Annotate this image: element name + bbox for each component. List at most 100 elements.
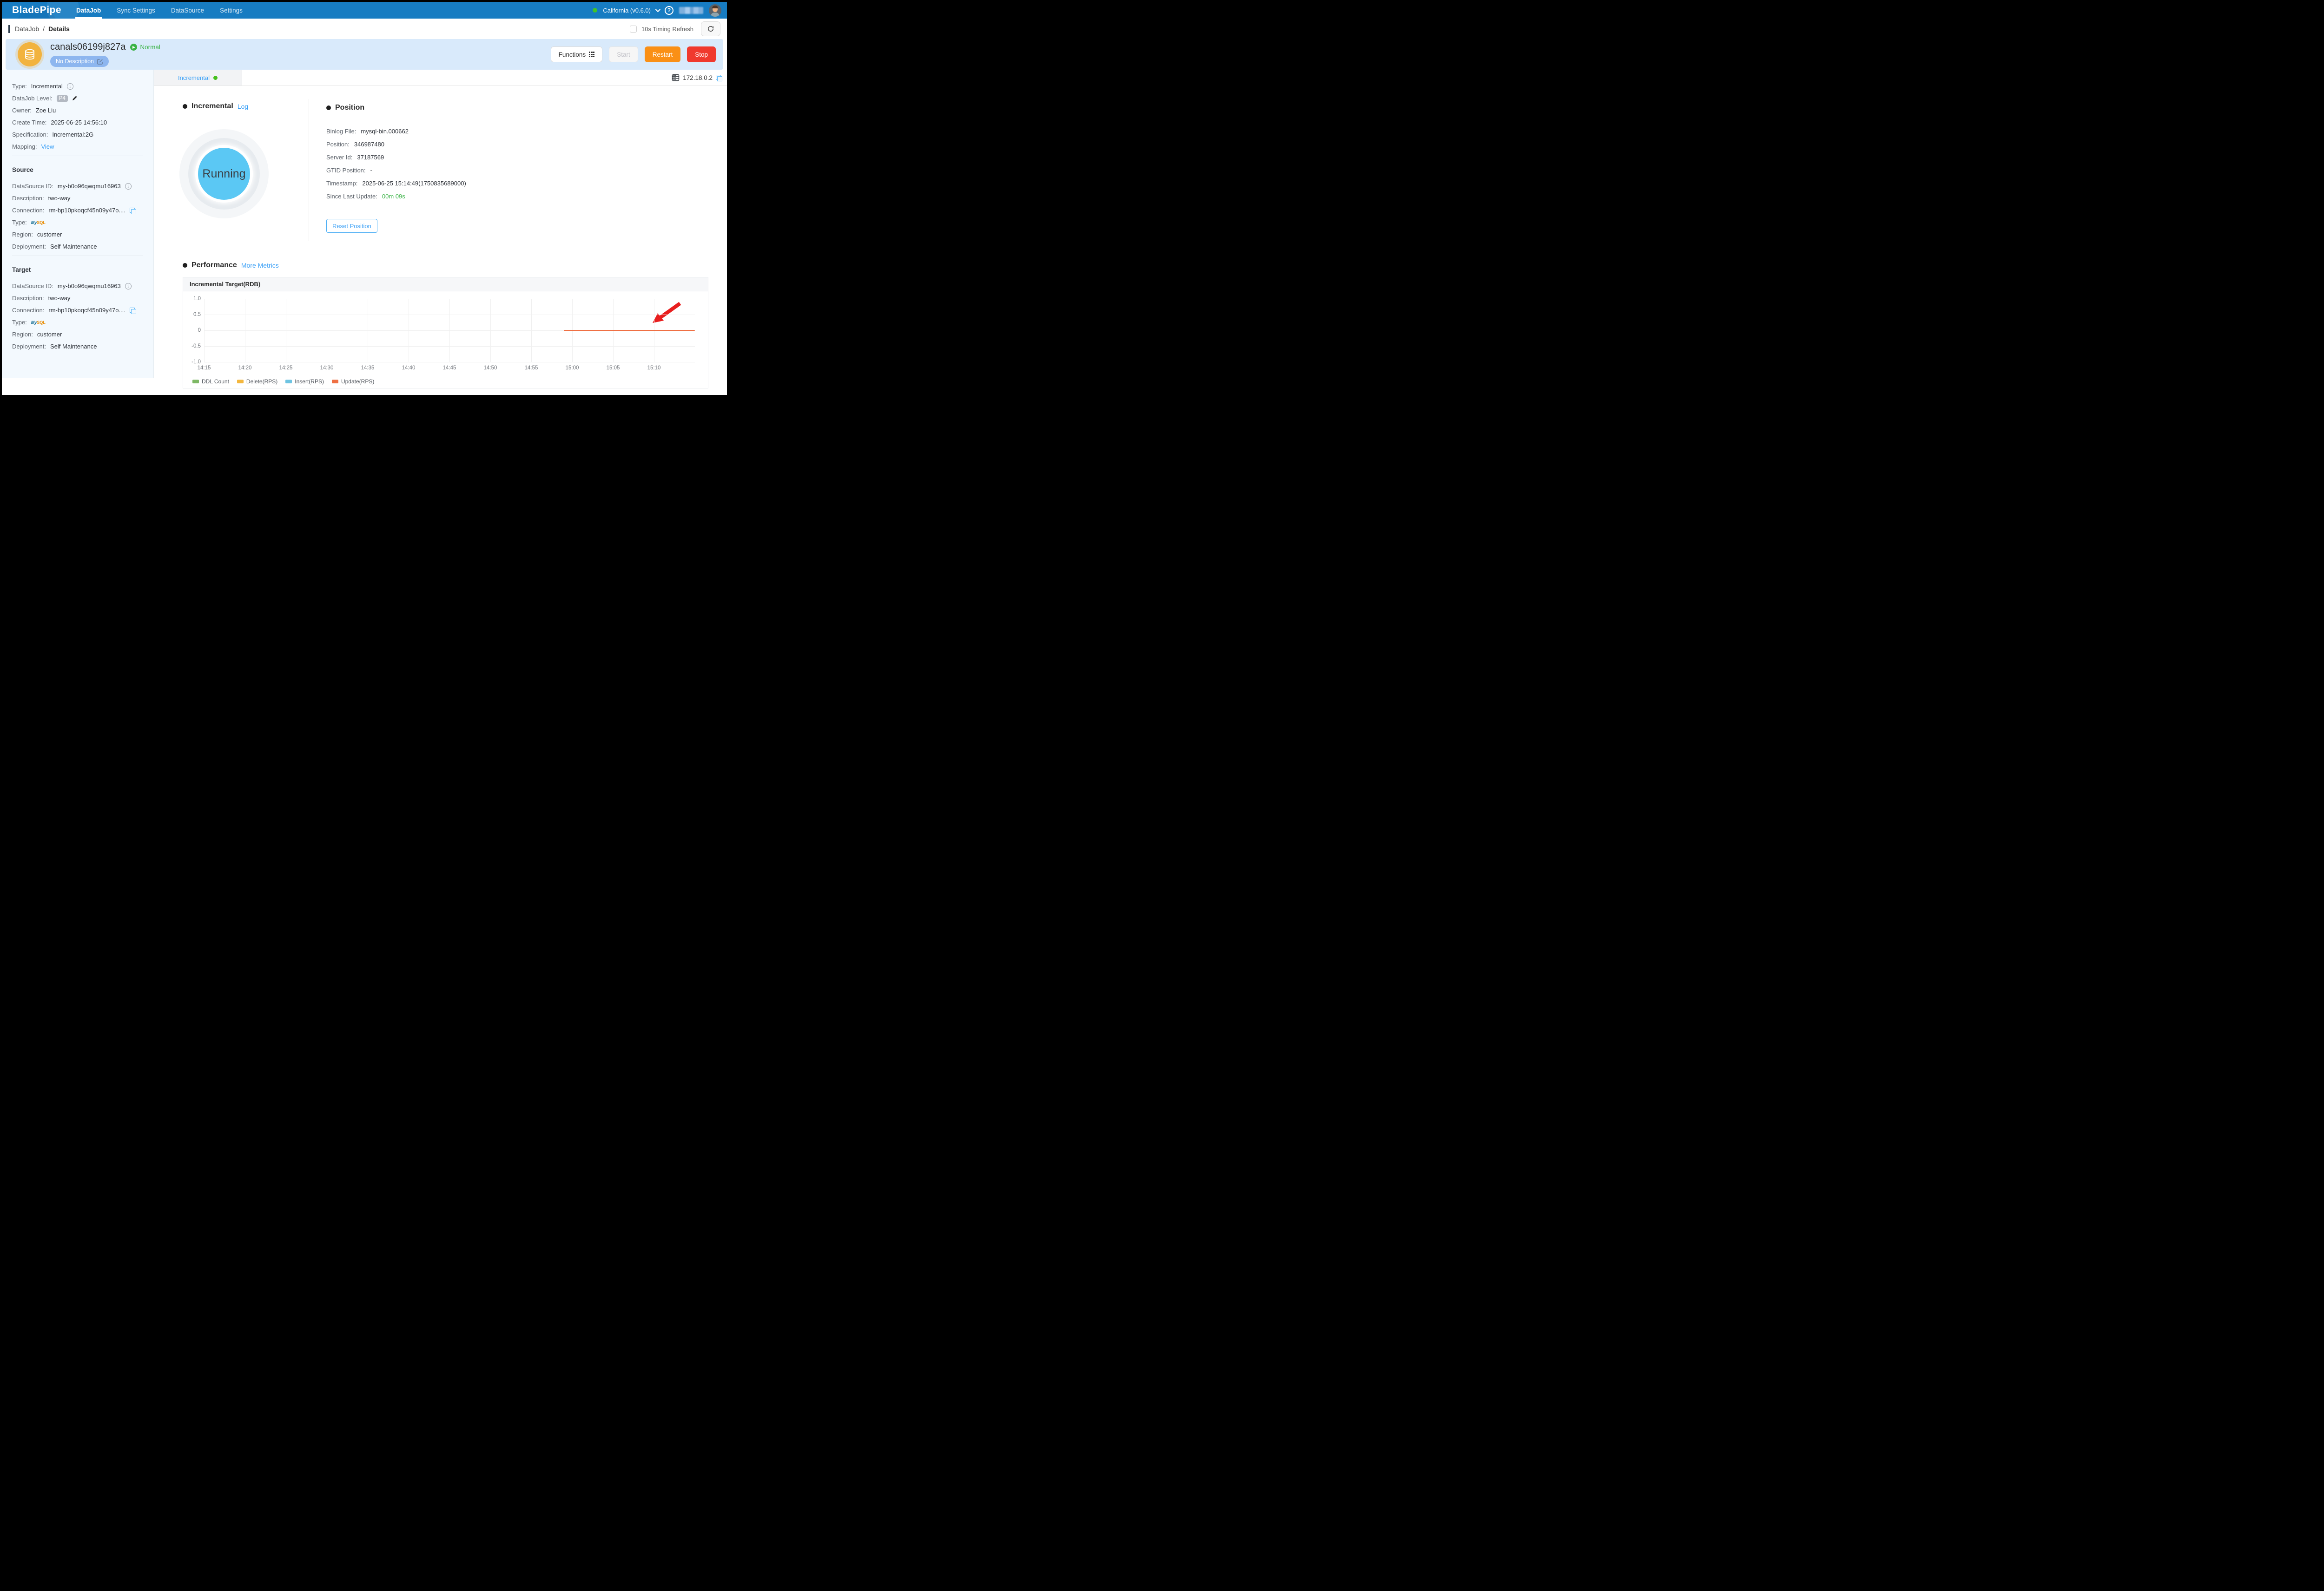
refresh-controls: 10s Timing Refresh: [630, 21, 720, 36]
target-deployment: Deployment: Self Maintenance: [12, 343, 148, 350]
x-axis-tick-label: 15:00: [566, 365, 579, 371]
refresh-button[interactable]: [701, 21, 720, 36]
performance-chart-card: Incremental Target(RDB) 1.00.50-0.5-1.01…: [183, 277, 708, 388]
chart-plot-area[interactable]: 1.00.50-0.5-1.014:1514:2014:2514:3014:35…: [204, 299, 695, 362]
nav-tab-datajob[interactable]: DataJob: [76, 2, 101, 19]
info-icon[interactable]: i: [125, 283, 132, 289]
job-status-badge: Normal: [130, 44, 160, 51]
legend-swatch: [285, 380, 292, 383]
job-header-band: canals06199j827a Normal No Description F…: [6, 39, 723, 70]
info-icon[interactable]: i: [125, 183, 132, 190]
series-line-Update(RPS): [564, 330, 695, 331]
pencil-icon[interactable]: [72, 96, 77, 101]
legend-item[interactable]: Update(RPS): [332, 378, 374, 385]
legend-item[interactable]: Insert(RPS): [285, 378, 324, 385]
restart-button[interactable]: Restart: [645, 46, 681, 62]
legend-label: Insert(RPS): [295, 378, 324, 385]
brand-logo[interactable]: BladePipe: [12, 5, 73, 16]
nav-tabs: DataJob Sync Settings DataSource Setting…: [76, 2, 243, 19]
y-axis-tick-label: 1.0: [193, 296, 201, 302]
source-section-title: Source: [12, 166, 148, 173]
breadcrumb-row: DataJob / Details 10s Timing Refresh: [2, 19, 727, 39]
source-datasource-id: DataSource ID: my-b0o96qwqmu16963 i: [12, 183, 148, 190]
y-axis-tick-label: 0: [198, 328, 201, 333]
nav-tab-settings[interactable]: Settings: [220, 2, 243, 19]
reset-position-button[interactable]: Reset Position: [326, 219, 377, 233]
source-type: Type: MySQL: [12, 219, 148, 226]
tab-strip: Incremental 172.18.0.2: [154, 70, 727, 86]
legend-label: Delete(RPS): [246, 378, 277, 385]
section-bullet: [183, 104, 187, 109]
incremental-title: Incremental: [191, 102, 233, 111]
details-sidebar: Type: Incremental i DataJob Level: P4 Ow…: [2, 70, 154, 378]
timing-refresh-label: 10s Timing Refresh: [641, 26, 693, 33]
section-bullet: [183, 263, 187, 268]
mysql-logo: MySQL: [31, 220, 46, 225]
x-axis-tick-label: 14:20: [238, 365, 252, 371]
tab-incremental[interactable]: Incremental: [154, 70, 242, 85]
detail-row-mapping: Mapping: View: [12, 143, 148, 150]
target-description: Description: two-way: [12, 295, 148, 302]
description-pill[interactable]: No Description: [50, 56, 109, 67]
help-icon[interactable]: ?: [665, 6, 673, 15]
description-text: No Description: [56, 58, 94, 65]
gridline: [449, 299, 450, 362]
legend-item[interactable]: DDL Count: [192, 378, 229, 385]
position-row-timestamp: Timestamp:2025-06-25 15:14:49(1750835689…: [326, 180, 466, 187]
functions-button[interactable]: Functions: [551, 46, 603, 62]
nav-tab-datasource[interactable]: DataSource: [171, 2, 204, 19]
gridline: [204, 299, 205, 362]
legend-swatch: [332, 380, 338, 383]
position-title: Position: [335, 104, 364, 112]
more-metrics-link[interactable]: More Metrics: [241, 262, 279, 269]
timing-refresh-checkbox[interactable]: [630, 26, 637, 33]
environment-status-dot: [593, 8, 597, 13]
detail-row-specification: Specification: Incremental:2G: [12, 131, 148, 138]
legend-label: DDL Count: [202, 378, 229, 385]
position-row-position: Position:346987480: [326, 141, 466, 148]
copy-icon[interactable]: [716, 75, 721, 80]
info-icon[interactable]: i: [67, 83, 73, 90]
grid-icon: [589, 52, 594, 57]
legend-swatch: [192, 380, 199, 383]
top-nav: BladePipe DataJob Sync Settings DataSour…: [2, 2, 727, 19]
copy-icon[interactable]: [130, 208, 135, 213]
position-row-binlog: Binlog File:mysql-bin.000662: [326, 128, 466, 135]
main-content: Incremental 172.18.0.2: [154, 70, 727, 378]
x-axis-tick-label: 14:35: [361, 365, 375, 371]
detail-row-create-time: Create Time: 2025-06-25 14:56:10: [12, 119, 148, 126]
x-axis-tick-label: 14:15: [198, 365, 211, 371]
source-deployment: Deployment: Self Maintenance: [12, 243, 148, 250]
gridline: [531, 299, 532, 362]
nav-tab-sync-settings[interactable]: Sync Settings: [117, 2, 155, 19]
start-button[interactable]: Start: [609, 46, 638, 62]
breadcrumb-parent[interactable]: DataJob: [15, 25, 39, 33]
position-section: Position Binlog File:mysql-bin.000662 Po…: [326, 104, 466, 233]
position-row-gtid: GTID Position:-: [326, 167, 466, 174]
copy-icon[interactable]: [130, 308, 135, 313]
legend-label: Update(RPS): [341, 378, 374, 385]
detail-row-owner: Owner: Zoe Liu: [12, 107, 148, 114]
chart-legend[interactable]: DDL Count Delete(RPS) Insert(RPS) Update(RP…: [192, 378, 374, 385]
x-axis-tick-label: 14:50: [484, 365, 497, 371]
y-axis-tick-label: -1.0: [191, 359, 201, 365]
avatar[interactable]: [709, 4, 721, 17]
section-bullet: [326, 105, 331, 110]
x-axis-tick-label: 15:05: [607, 365, 620, 371]
x-axis-tick-label: 14:55: [525, 365, 538, 371]
status-play-icon: [130, 44, 137, 51]
target-datasource-id: DataSource ID: my-b0o96qwqmu16963 i: [12, 283, 148, 289]
chart-title: Incremental Target(RDB): [183, 277, 708, 291]
mapping-view-link[interactable]: View: [41, 143, 54, 150]
chevron-down-icon[interactable]: [655, 7, 660, 12]
performance-title: Performance: [191, 261, 237, 270]
target-connection: Connection: rm-bp10pkoqcf45n09y47o....: [12, 307, 148, 314]
stop-button[interactable]: Stop: [687, 46, 716, 62]
log-link[interactable]: Log: [238, 103, 248, 110]
legend-item[interactable]: Delete(RPS): [237, 378, 277, 385]
incremental-section: Incremental Log Running: [183, 102, 269, 218]
x-axis-tick-label: 14:40: [402, 365, 416, 371]
region-version-selector[interactable]: California (v0.6.0): [603, 7, 651, 14]
level-badge: P4: [57, 95, 68, 102]
detail-row-level: DataJob Level: P4: [12, 95, 148, 102]
